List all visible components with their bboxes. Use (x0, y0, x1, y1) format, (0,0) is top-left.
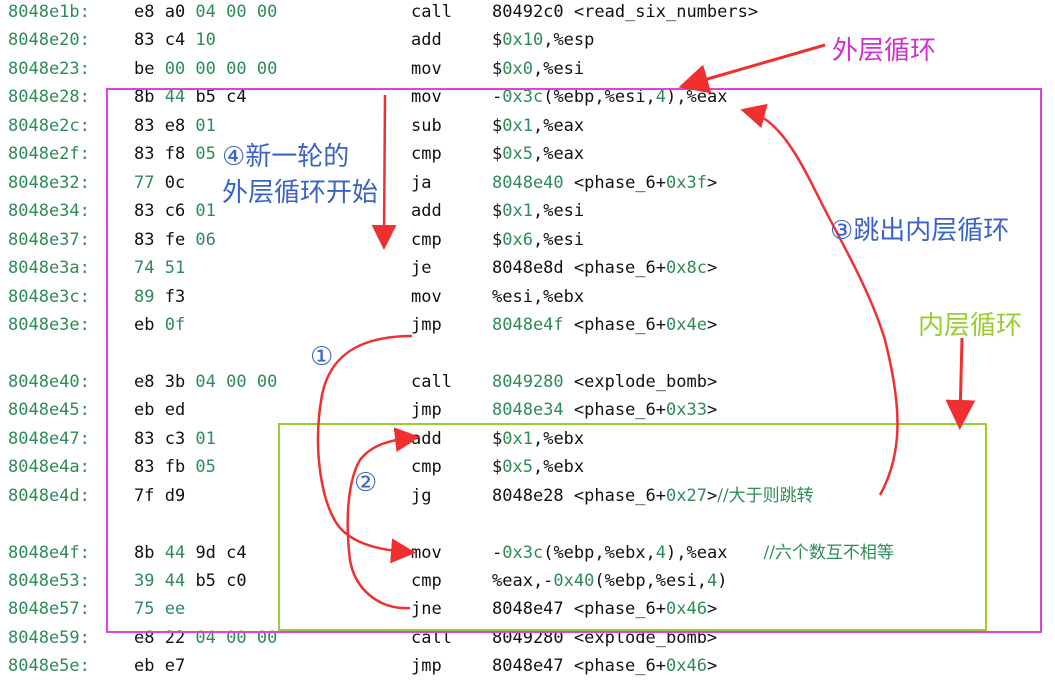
outer-loop-label: 外层循环 (832, 36, 937, 66)
arrows-overlay (316, 43, 976, 610)
inner-loop-pointer-arrow (945, 337, 976, 430)
disassembly-annotated-diagram: 8048e1b: e8 a0 04 00 00 call 80492c0 <read_… (0, 0, 1055, 699)
new-round-label-line1: ④新一轮的 (222, 142, 350, 172)
step1-marker: ① (310, 342, 334, 372)
new-round-label-line2: 外层循环开始 (222, 178, 379, 208)
new-round-arrow (371, 94, 397, 250)
exit-inner-loop-arrow (740, 103, 899, 496)
outer-loop-pointer-arrow (678, 43, 826, 94)
inner-loop-label: 内层循环 (918, 311, 1023, 341)
exit-inner-loop-label: ③跳出内层循环 (830, 216, 1010, 246)
step2-marker: ② (354, 468, 378, 498)
step2-loop-arrow (346, 427, 420, 610)
